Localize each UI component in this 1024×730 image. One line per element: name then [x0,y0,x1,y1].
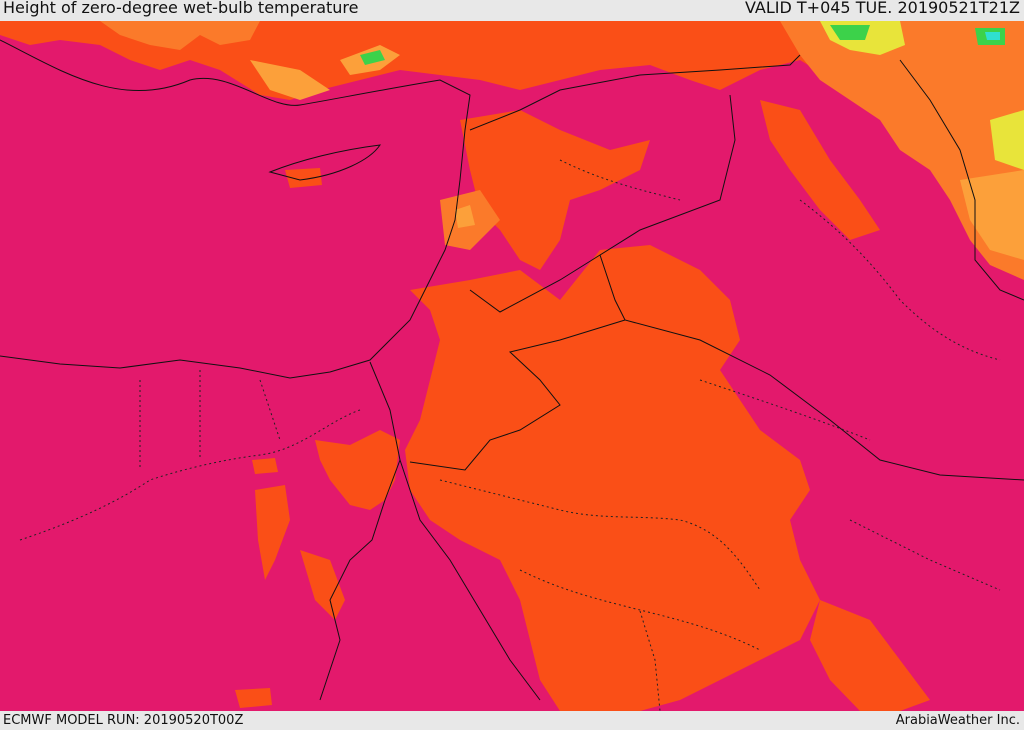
model-run-label: ECMWF MODEL RUN: 20190520T00Z [3,713,244,728]
credit-label: ArabiaWeather Inc. [895,713,1020,728]
map-viewer: Height of zero-degree wet-bulb temperatu… [0,0,1024,729]
valid-time: VALID T+045 TUE. 20190521T21Z [744,0,1020,17]
map-canvas [0,21,1024,711]
weather-map[interactable] [0,21,1024,711]
map-title: Height of zero-degree wet-bulb temperatu… [3,0,359,17]
header-bar: Height of zero-degree wet-bulb temperatu… [0,0,1024,21]
footer-bar: ECMWF MODEL RUN: 20190520T00Z ArabiaWeat… [0,711,1024,729]
field-cyprus [285,168,322,188]
